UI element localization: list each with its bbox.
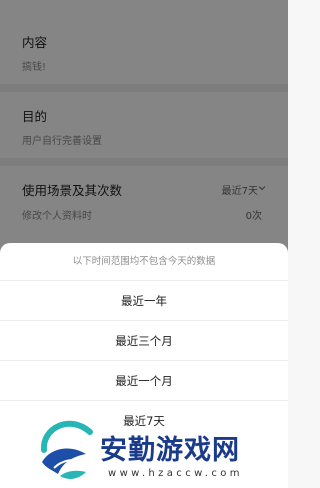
watermark-url: www.hzaccw.com [108,468,243,479]
option-last-month[interactable]: 最近一个月 [0,361,288,401]
option-last-three-months[interactable]: 最近三个月 [0,321,288,361]
watermark-title: 安勤游戏网 [100,435,240,466]
sheet-hint: 以下时间范围均不包含今天的数据 [0,243,288,281]
watermark-logo-icon [40,420,93,479]
option-last-year[interactable]: 最近一年 [0,281,288,321]
